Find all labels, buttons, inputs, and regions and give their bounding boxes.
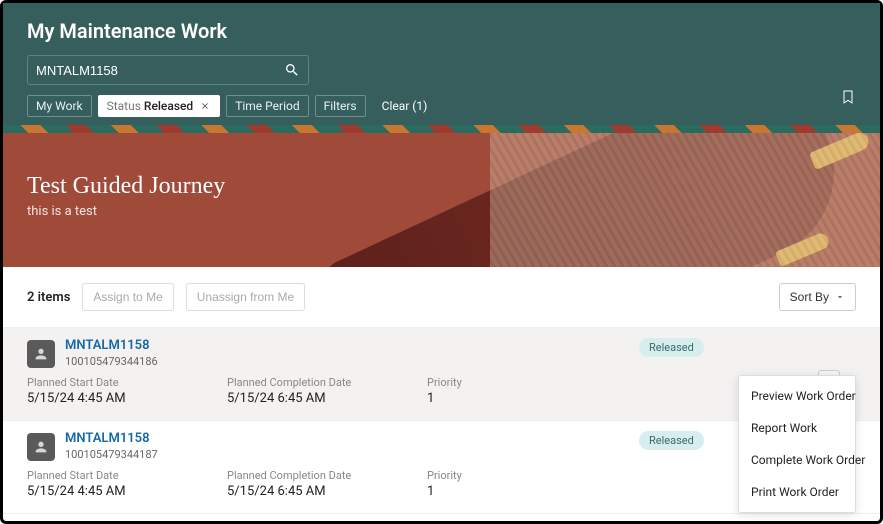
planned-start-label: Planned Start Date [27, 376, 227, 389]
work-order-id-link[interactable]: MNTALM1158 [65, 338, 158, 353]
chip-status-value: Released [144, 99, 193, 113]
search-box[interactable] [27, 55, 309, 85]
hero-banner: Test Guided Journey this is a test [3, 133, 880, 267]
menu-report-work[interactable]: Report Work [739, 412, 855, 444]
priority-label: Priority [427, 376, 547, 389]
hero-illustration-paddle [775, 231, 831, 267]
priority-label: Priority [427, 469, 547, 482]
close-icon [200, 101, 210, 111]
planned-completion-label: Planned Completion Date [227, 376, 427, 389]
planned-completion-value: 5/15/24 6:45 AM [227, 391, 427, 406]
chip-my-work[interactable]: My Work [27, 95, 92, 117]
status-badge: Released [639, 431, 704, 450]
person-icon [33, 346, 49, 362]
sort-by-button[interactable]: Sort By [779, 283, 856, 311]
search-input[interactable] [36, 63, 284, 78]
menu-preview-work-order[interactable]: Preview Work Order [739, 380, 855, 412]
sort-by-label: Sort By [790, 290, 829, 304]
work-order-id-link[interactable]: MNTALM1158 [65, 431, 158, 446]
hero-subtitle: this is a test [27, 204, 225, 219]
caret-down-icon [835, 292, 845, 302]
clear-filters-link[interactable]: Clear (1) [382, 99, 428, 113]
priority-value: 1 [427, 484, 547, 499]
planned-start-value: 5/15/24 4:45 AM [27, 391, 227, 406]
chip-status[interactable]: Status Released [98, 95, 221, 117]
list-toolbar: 2 items Assign to Me Unassign from Me So… [3, 267, 880, 328]
page-header: My Maintenance Work My Work Status Relea… [3, 3, 880, 125]
chip-filters[interactable]: Filters [315, 95, 366, 117]
person-icon [33, 439, 49, 455]
hero-illustration [316, 133, 863, 267]
hero-illustration-paddle [809, 133, 871, 170]
menu-complete-work-order[interactable]: Complete Work Order [739, 444, 855, 476]
avatar [27, 340, 55, 368]
chip-status-label: Status [107, 99, 141, 113]
row-actions-menu: Preview Work Order Report Work Complete … [738, 375, 856, 513]
page-title: My Maintenance Work [27, 19, 856, 43]
avatar [27, 433, 55, 461]
work-order-subid: 100105479344187 [65, 448, 158, 461]
work-order-subid: 100105479344186 [65, 355, 158, 368]
status-badge: Released [639, 338, 704, 357]
search-icon[interactable] [284, 62, 300, 78]
filter-chip-row: My Work Status Released Time Period Filt… [27, 95, 856, 117]
menu-print-work-order[interactable]: Print Work Order [739, 476, 855, 508]
item-count: 2 items [27, 290, 70, 305]
unassign-from-me-button[interactable]: Unassign from Me [186, 283, 305, 311]
planned-completion-value: 5/15/24 6:45 AM [227, 484, 427, 499]
decorative-strip [3, 125, 880, 133]
bookmark-icon[interactable] [840, 87, 856, 107]
planned-completion-label: Planned Completion Date [227, 469, 427, 482]
chip-time-period[interactable]: Time Period [226, 95, 308, 117]
chip-status-clear[interactable] [199, 100, 211, 112]
hero-title: Test Guided Journey [27, 173, 225, 200]
planned-start-label: Planned Start Date [27, 469, 227, 482]
planned-start-value: 5/15/24 4:45 AM [27, 484, 227, 499]
priority-value: 1 [427, 391, 547, 406]
assign-to-me-button[interactable]: Assign to Me [82, 283, 173, 311]
